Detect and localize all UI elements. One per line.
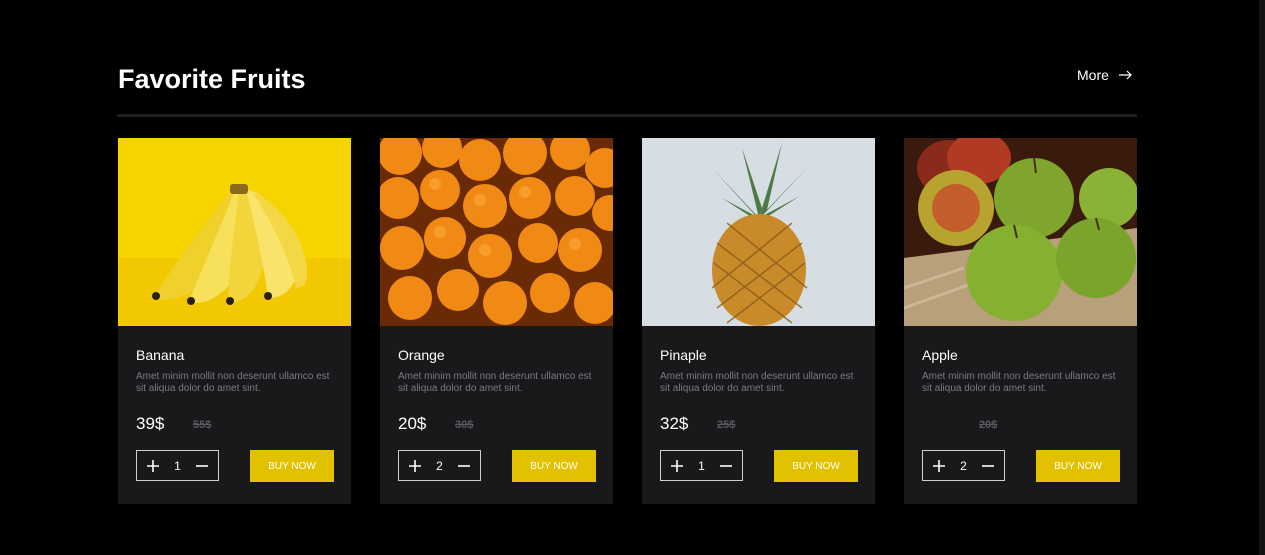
minus-icon: [982, 464, 994, 467]
quantity-stepper: 2: [398, 450, 481, 481]
product-card-banana: Banana Amet minim mollit non deserunt ul…: [118, 138, 351, 504]
product-old-price: 25$: [717, 419, 736, 431]
product-name: Banana: [136, 347, 185, 363]
product-card-apple: Apple Amet minim mollit non deserunt ull…: [904, 138, 1137, 504]
apple-image: [904, 138, 1137, 326]
decrement-button[interactable]: [981, 459, 995, 473]
quantity-value: 2: [436, 458, 443, 473]
quantity-value: 1: [174, 458, 181, 473]
window-edge: [1259, 0, 1265, 555]
decrement-button[interactable]: [457, 459, 471, 473]
product-description: Amet minim mollit non deserunt ullamco e…: [922, 371, 1116, 394]
buy-now-button[interactable]: BUY NOW: [512, 450, 596, 482]
decrement-button[interactable]: [719, 459, 733, 473]
product-old-price: 30$: [455, 419, 474, 431]
quantity-stepper: 2: [922, 450, 1005, 481]
more-label: More: [1077, 67, 1109, 83]
product-price: 39$: [136, 414, 165, 433]
minus-icon: [720, 464, 732, 467]
arrow-right-icon: [1118, 70, 1132, 80]
plus-icon: [671, 459, 683, 472]
banana-image: [118, 138, 351, 326]
product-price: 20$: [398, 414, 427, 433]
quantity-value: 2: [960, 458, 967, 473]
plus-icon: [409, 459, 421, 472]
orange-image: [380, 138, 613, 326]
product-name: Pinaple: [660, 347, 707, 363]
quantity-value: 1: [698, 458, 705, 473]
product-card-pineapple: Pinaple Amet minim mollit non deserunt u…: [642, 138, 875, 504]
section-divider: [117, 114, 1137, 117]
increment-button[interactable]: [670, 459, 684, 473]
product-card-orange: Orange Amet minim mollit non deserunt ul…: [380, 138, 613, 504]
product-old-price: 55$: [193, 419, 212, 431]
product-price: 32$: [660, 414, 689, 433]
quantity-stepper: 1: [660, 450, 743, 481]
increment-button[interactable]: [408, 459, 422, 473]
increment-button[interactable]: [146, 459, 160, 473]
buy-now-button[interactable]: BUY NOW: [774, 450, 858, 482]
decrement-button[interactable]: [195, 459, 209, 473]
plus-icon: [147, 459, 159, 472]
buy-now-button[interactable]: BUY NOW: [1036, 450, 1120, 482]
product-name: Apple: [922, 347, 958, 363]
product-description: Amet minim mollit non deserunt ullamco e…: [398, 371, 592, 394]
product-description: Amet minim mollit non deserunt ullamco e…: [660, 371, 854, 394]
product-old-price: 20$: [979, 419, 998, 431]
product-name: Orange: [398, 347, 445, 363]
more-link[interactable]: More: [1077, 67, 1133, 83]
section-title: Favorite Fruits: [118, 64, 306, 94]
product-description: Amet minim mollit non deserunt ullamco e…: [136, 371, 330, 394]
minus-icon: [458, 464, 470, 467]
buy-now-button[interactable]: BUY NOW: [250, 450, 334, 482]
increment-button[interactable]: [932, 459, 946, 473]
minus-icon: [196, 464, 208, 467]
quantity-stepper: 1: [136, 450, 219, 481]
pineapple-image: [642, 138, 875, 326]
plus-icon: [933, 459, 945, 472]
